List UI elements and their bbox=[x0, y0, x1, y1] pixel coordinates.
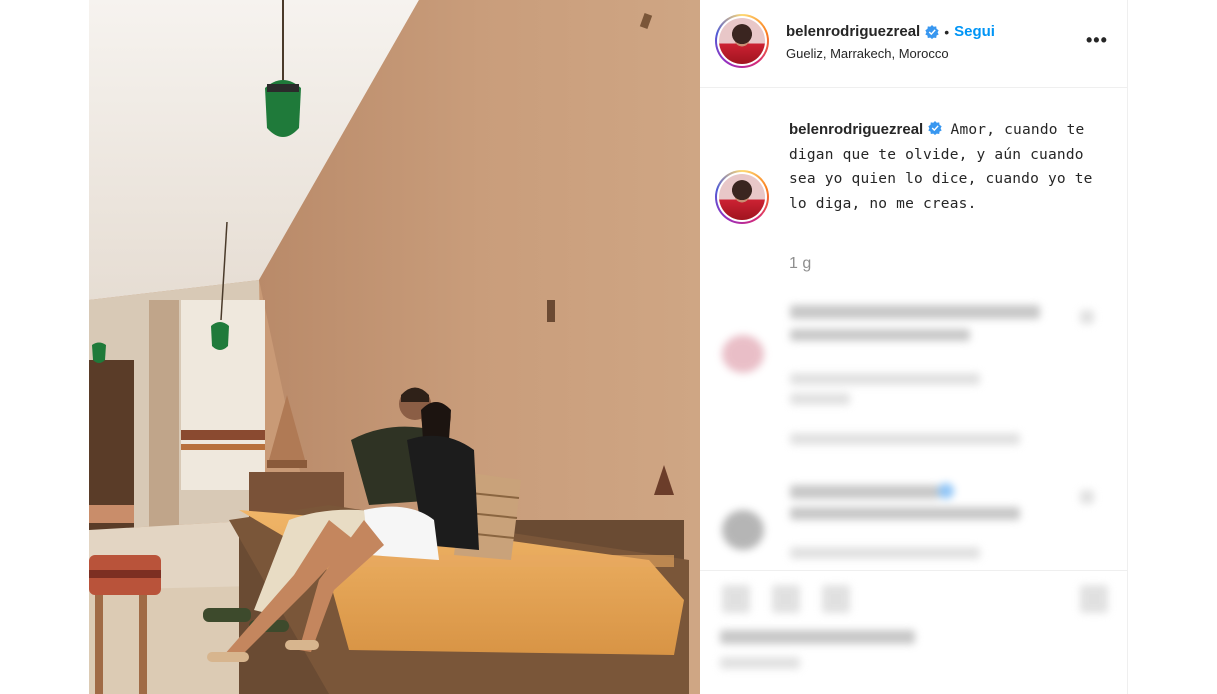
caption-author-avatar[interactable] bbox=[715, 170, 769, 224]
author-avatar[interactable] bbox=[715, 14, 769, 68]
actions-divider bbox=[700, 570, 1128, 571]
post-photo-image bbox=[89, 0, 700, 694]
post-header: belenrodriguezreal • Segui Gueliz, Marra… bbox=[700, 0, 1128, 88]
more-options-icon[interactable]: ••• bbox=[1086, 30, 1108, 51]
post-timestamp[interactable]: 1 g bbox=[789, 255, 811, 273]
post-photo[interactable] bbox=[89, 0, 700, 694]
caption-username[interactable]: belenrodriguezreal bbox=[789, 121, 923, 138]
separator-dot: • bbox=[944, 23, 950, 40]
author-line: belenrodriguezreal • Segui bbox=[786, 23, 995, 40]
follow-button[interactable]: Segui bbox=[954, 23, 995, 40]
author-username[interactable]: belenrodriguezreal bbox=[786, 23, 920, 40]
post-location[interactable]: Gueliz, Marrakech, Morocco bbox=[786, 46, 949, 61]
verified-badge-icon bbox=[928, 119, 942, 135]
post-sidebar: belenrodriguezreal • Segui Gueliz, Marra… bbox=[700, 0, 1128, 694]
verified-badge-icon bbox=[925, 24, 939, 39]
blurred-comments bbox=[700, 285, 1128, 694]
post-caption: belenrodriguezreal Amor, cuando te digan… bbox=[789, 118, 1109, 216]
